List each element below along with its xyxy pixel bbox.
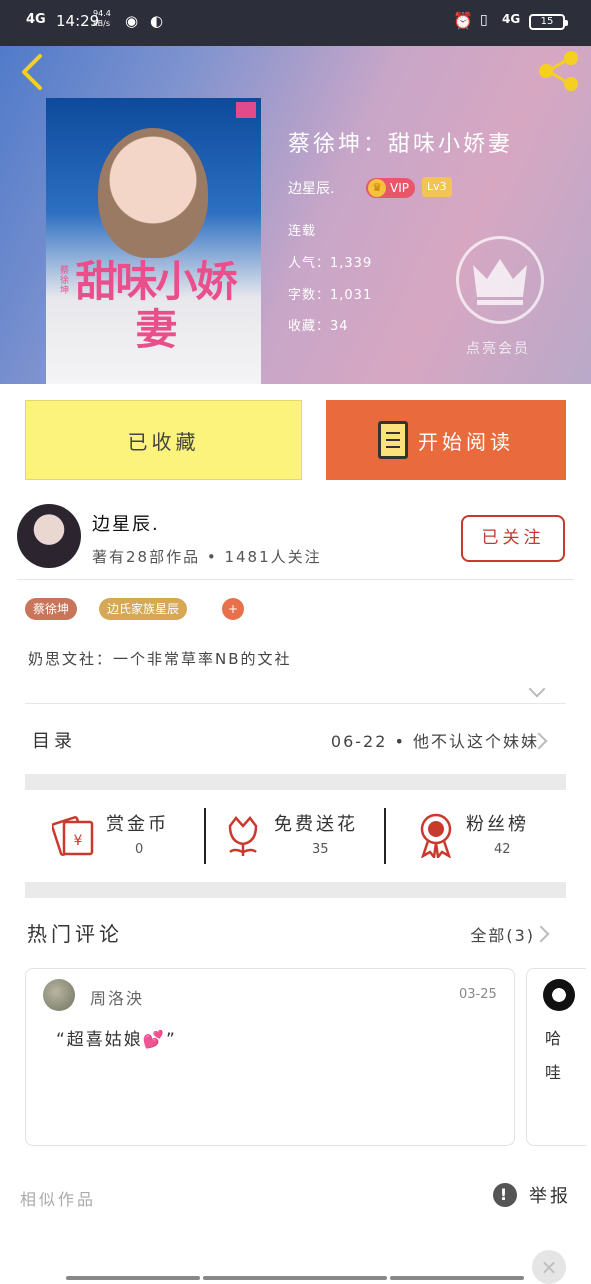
member-label: 点亮会员: [466, 341, 530, 357]
stat-value: 42: [494, 842, 511, 857]
commenter-avatar[interactable]: [43, 979, 75, 1011]
level-badge: Lv3: [422, 177, 452, 197]
commenter-avatar[interactable]: [543, 979, 575, 1011]
comment-card[interactable]: 周洛泱 03-25 “超喜姑娘💕”: [25, 968, 515, 1146]
favorited-button[interactable]: 已收藏: [25, 400, 302, 480]
report-label: 举报: [529, 1186, 571, 1207]
vibrate-icon: ▯: [480, 12, 488, 28]
tag-chip[interactable]: 蔡徐坤: [25, 598, 78, 620]
follow-button[interactable]: 已关注: [461, 515, 565, 562]
medal-icon: [420, 813, 452, 858]
back-button[interactable]: [18, 52, 46, 96]
similar-works-label: 相似作品: [20, 1190, 97, 1209]
book-status: 连载: [288, 224, 317, 239]
signal-indicator: 4G: [502, 12, 521, 26]
tag-chip[interactable]: 边氏家族星辰: [99, 598, 188, 620]
favorited-label: 已收藏: [127, 429, 200, 454]
network-indicator: 4G: [26, 12, 46, 27]
stat-label: 赏金币: [106, 814, 169, 835]
book-word-count: 字数：1,031: [288, 288, 373, 303]
member-button[interactable]: [456, 236, 544, 324]
start-reading-button[interactable]: 开始阅读: [326, 400, 566, 480]
section-separator: [25, 882, 566, 898]
divider: [17, 579, 574, 580]
divider: [25, 703, 566, 704]
status-bar: 4G 14:29 94.4 kB/s ◉ ◐ ⏰ ▯ 4G 15: [0, 0, 591, 46]
book-title: 蔡徐坤：甜味小娇妻: [288, 132, 514, 157]
weibo-icon: ◉: [125, 12, 139, 30]
expand-chevron-icon[interactable]: [528, 680, 546, 698]
app-notification-icon: ◐: [150, 12, 164, 30]
author-name[interactable]: 边星辰.: [92, 510, 160, 536]
exclamation-icon: !: [493, 1183, 517, 1207]
book-favorites: 收藏：34: [288, 319, 349, 334]
comment-text: 哇: [545, 1063, 562, 1082]
author-avatar[interactable]: [17, 504, 81, 568]
bottom-tab-indicator: [390, 1276, 524, 1280]
comment-card[interactable]: 哈 哇: [526, 968, 586, 1146]
fan-ranking-button[interactable]: 粉丝榜 42: [416, 806, 556, 868]
book-description: 奶思文社：一个非常草率NB的文社: [28, 650, 292, 668]
cover-title: 甜味小娇妻: [75, 257, 237, 354]
stat-label: 粉丝榜: [466, 814, 529, 835]
bottom-panel: [0, 1224, 591, 1280]
all-comments-link[interactable]: 全部(3): [470, 922, 535, 946]
book-icon: [378, 421, 408, 459]
alarm-icon: ⏰: [453, 11, 473, 30]
crown-icon: [473, 259, 527, 305]
book-popularity: 人气：1,339: [288, 256, 373, 271]
vip-badge: ♛ VIP: [366, 178, 415, 198]
commenter-name[interactable]: 周洛泱: [90, 985, 144, 1009]
comment-date: 03-25: [459, 987, 497, 1002]
latest-chapter: 06-22 • 他不认这个妹妹: [330, 732, 539, 751]
stat-divider: [384, 808, 386, 864]
stat-value: 0: [135, 842, 144, 857]
hot-comments-title: 热门评论: [27, 922, 123, 946]
flower-icon: [228, 816, 258, 856]
comment-text: 哈: [545, 1029, 562, 1048]
stat-label: 免费送花: [274, 814, 358, 835]
chevron-right-icon: [532, 925, 550, 943]
author-stats: 著有28部作品 • 1481人关注: [92, 548, 322, 566]
network-speed: 94.4 kB/s: [93, 9, 111, 28]
chevron-left-icon: [22, 54, 42, 90]
book-cover[interactable]: 甜味小娇妻 蔡徐坤: [46, 98, 261, 384]
start-reading-label: 开始阅读: [418, 429, 514, 454]
section-separator: [25, 774, 566, 790]
toc-label: 目录: [32, 731, 76, 752]
close-button[interactable]: ×: [532, 1250, 566, 1284]
crown-icon: ♛: [368, 179, 386, 197]
cover-corner-tag: [236, 102, 256, 118]
comment-text: “超喜姑娘💕”: [56, 1030, 177, 1050]
stat-divider: [204, 808, 206, 864]
bottom-tab-indicator: [66, 1276, 200, 1280]
svg-text:¥: ¥: [74, 833, 83, 849]
cover-portrait: [98, 128, 208, 258]
share-button[interactable]: [534, 48, 582, 98]
stat-value: 35: [312, 842, 329, 857]
book-author[interactable]: 边星辰.: [288, 178, 334, 198]
battery-icon: 15: [529, 14, 568, 30]
share-icon: [539, 51, 578, 91]
send-flower-button[interactable]: 免费送花 35: [222, 806, 372, 868]
report-button[interactable]: ! 举报: [493, 1182, 571, 1208]
cover-tag-text: 蔡徐坤: [60, 266, 70, 296]
red-envelope-icon: ¥: [52, 816, 94, 856]
add-tag-button[interactable]: +: [222, 598, 244, 620]
reward-coins-button[interactable]: ¥ 赏金币 0: [52, 806, 192, 868]
bottom-tab-indicator: [203, 1276, 387, 1280]
